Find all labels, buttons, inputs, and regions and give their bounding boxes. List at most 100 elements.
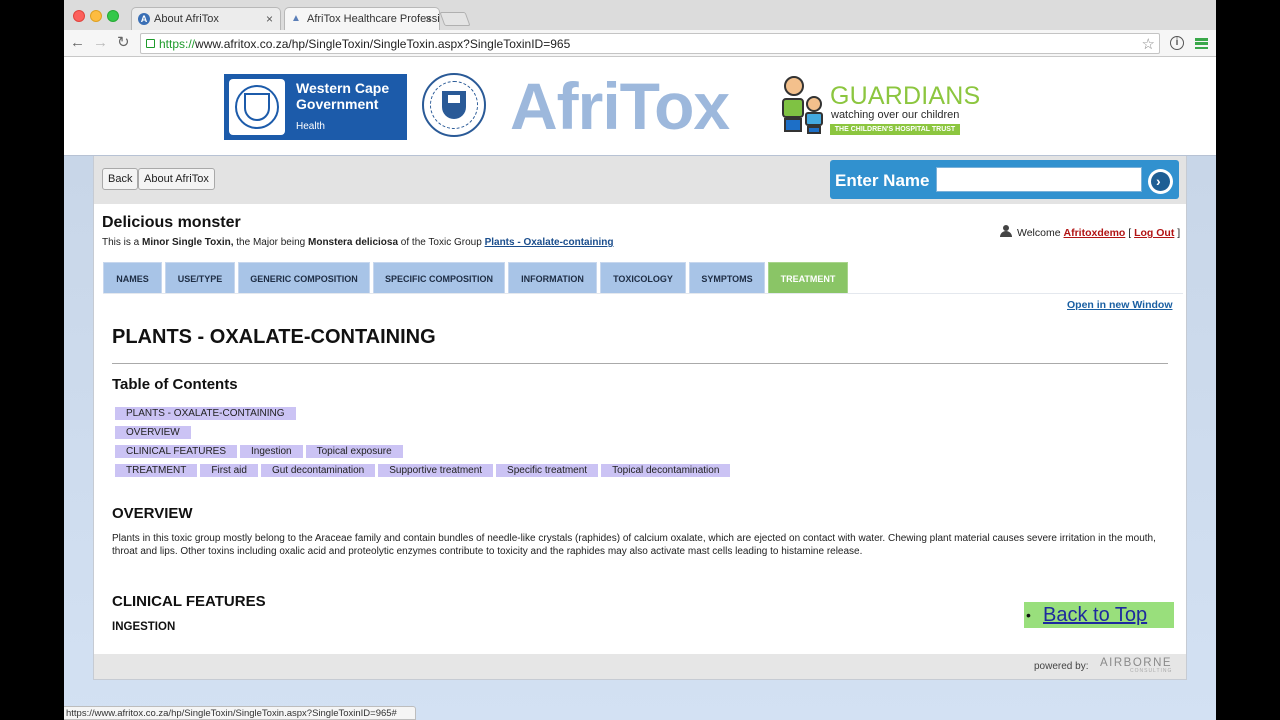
bullet-icon: •: [1026, 607, 1031, 623]
browser-tab-label: AfriTox Healthcare Professi: [307, 13, 440, 25]
document-heading: PLANTS - OXALATE-CONTAINING: [112, 326, 436, 348]
toxin-desc-text: of the Toxic Group: [398, 237, 485, 248]
top-button-bar: Back About AfriTox Enter Name ›: [94, 156, 1186, 204]
open-in-new-window-link[interactable]: Open in new Window: [1067, 299, 1172, 311]
toxin-major-name: Monstera deliciosa: [308, 237, 399, 248]
ingestion-title: INGESTION: [112, 621, 176, 633]
tab-strip: A About AfriTox × ▲ AfriTox Healthcare P…: [64, 0, 1216, 30]
content-panel: Back About AfriTox Enter Name › Deliciou…: [93, 156, 1187, 680]
tabs-divider: [103, 293, 1183, 294]
url-scheme: https://: [159, 37, 196, 51]
address-bar[interactable]: https://www.afritox.co.za/hp/SingleToxin…: [140, 33, 1160, 54]
wcg-line-3: Health: [296, 121, 325, 132]
clinical-features-title: CLINICAL FEATURES: [112, 593, 266, 610]
browser-tab-label: About AfriTox: [154, 13, 219, 25]
user-icon: [999, 225, 1013, 237]
forward-arrow-icon[interactable]: →: [93, 34, 108, 52]
tab-treatment[interactable]: TREATMENT: [768, 262, 848, 294]
search-input[interactable]: [936, 167, 1142, 192]
back-to-top: • Back to Top: [1024, 602, 1174, 628]
back-button[interactable]: Back: [102, 168, 139, 190]
toc-item[interactable]: Topical decontamination: [601, 464, 731, 477]
toc-row: CLINICAL FEATURES Ingestion Topical exposu…: [115, 445, 406, 458]
toc-item[interactable]: Ingestion: [240, 445, 303, 458]
page-viewport: Western Cape Government Health AfriTox G…: [64, 57, 1216, 720]
browser-tab-about[interactable]: A About AfriTox ×: [131, 7, 281, 30]
toxin-description: This is a Minor Single Toxin, the Major …: [102, 237, 613, 248]
toc-row: PLANTS - OXALATE-CONTAINING: [115, 407, 299, 420]
search-panel: Enter Name ›: [830, 160, 1179, 199]
status-bar: https://www.afritox.co.za/hp/SingleToxin…: [64, 706, 416, 720]
search-label: Enter Name: [835, 171, 930, 190]
powered-by-label: powered by:: [1034, 661, 1089, 672]
toc-item[interactable]: Gut decontamination: [260, 464, 376, 477]
bookmark-star-icon[interactable]: ☆: [1142, 35, 1155, 53]
close-tab-icon[interactable]: ×: [266, 12, 273, 26]
airborne-logo-sub: CONSULTING: [1130, 668, 1173, 674]
tab-toxicology[interactable]: TOXICOLOGY: [600, 262, 686, 294]
footer-bar: powered by: AIRBORNE CONSULTING: [94, 654, 1186, 679]
toxic-group-link[interactable]: Plants - Oxalate-containing: [485, 237, 614, 248]
close-tab-icon[interactable]: ×: [425, 12, 432, 26]
heading-divider: [112, 363, 1168, 364]
minimize-window-button[interactable]: [90, 10, 102, 22]
overview-title: OVERVIEW: [112, 505, 193, 522]
wcg-line-2: Government: [296, 96, 379, 112]
wcg-line-1: Western Cape: [296, 80, 390, 96]
back-arrow-icon[interactable]: ←: [70, 34, 85, 52]
toc-row: TREATMENT First aid Gut decontamination Sup…: [115, 464, 733, 477]
tab-specific-composition[interactable]: SPECIFIC COMPOSITION: [373, 262, 505, 294]
url-text: www.afritox.co.za/hp/SingleToxin/SingleT…: [195, 37, 571, 51]
search-go-button[interactable]: ›: [1148, 169, 1173, 194]
new-tab-button[interactable]: [439, 12, 471, 26]
toc-item[interactable]: First aid: [200, 464, 258, 477]
browser-toolbar: ← → ↻ https://www.afritox.co.za/hp/Singl…: [64, 30, 1216, 57]
guardians-logo-strip: THE CHILDREN'S HOSPITAL TRUST: [830, 124, 960, 135]
maximize-window-button[interactable]: [107, 10, 119, 22]
tab-names[interactable]: NAMES: [103, 262, 162, 294]
close-window-button[interactable]: [73, 10, 85, 22]
guardians-children-icon: [772, 74, 830, 136]
browser-window: A About AfriTox × ▲ AfriTox Healthcare P…: [64, 0, 1216, 720]
toxin-title: Delicious monster: [102, 214, 241, 231]
afritox-favicon-icon: A: [138, 13, 150, 25]
western-cape-logo: Western Cape Government Health: [224, 74, 407, 140]
header-banner: Western Cape Government Health AfriTox G…: [64, 57, 1216, 156]
back-to-top-link[interactable]: Back to Top: [1043, 604, 1147, 626]
uct-seal-icon: [422, 73, 486, 137]
coat-of-arms-icon: [229, 79, 285, 135]
toc-title: Table of Contents: [112, 376, 238, 393]
guardians-logo-subtitle: watching over our children: [831, 109, 960, 121]
afritox-logo: AfriTox: [510, 69, 730, 143]
tab-information[interactable]: INFORMATION: [508, 262, 597, 294]
toc-item[interactable]: CLINICAL FEATURES: [115, 445, 238, 458]
toc-item[interactable]: Topical exposure: [305, 445, 403, 458]
menu-icon[interactable]: [1195, 38, 1208, 50]
arrow-right-icon: ›: [1156, 173, 1161, 189]
toc-item[interactable]: PLANTS - OXALATE-CONTAINING: [115, 407, 296, 420]
info-icon[interactable]: i: [1170, 36, 1184, 50]
toc-item[interactable]: Supportive treatment: [378, 464, 494, 477]
bracket-open: [: [1125, 227, 1135, 239]
username-link[interactable]: Afritoxdemo: [1064, 227, 1126, 239]
overview-text: Plants in this toxic group mostly belong…: [112, 533, 1156, 557]
toc-row: OVERVIEW: [115, 426, 194, 439]
reload-icon[interactable]: ↻: [117, 34, 130, 52]
toc-item[interactable]: Specific treatment: [496, 464, 599, 477]
page-favicon-icon: ▲: [291, 13, 301, 24]
user-welcome: Welcome Afritoxdemo [ Log Out ]: [999, 225, 1180, 239]
toxin-desc-text: the Major being: [233, 237, 308, 248]
logout-link[interactable]: Log Out: [1134, 227, 1174, 239]
tab-use-type[interactable]: USE/TYPE: [165, 262, 235, 294]
tab-generic-composition[interactable]: GENERIC COMPOSITION: [238, 262, 370, 294]
about-afritox-button[interactable]: About AfriTox: [138, 168, 215, 190]
section-tabs: NAMES USE/TYPE GENERIC COMPOSITION SPECI…: [103, 262, 1183, 294]
browser-tab-healthcare[interactable]: ▲ AfriTox Healthcare Professi ×: [284, 7, 440, 30]
lock-icon: [146, 39, 155, 48]
toxin-minor-label: Minor Single Toxin,: [142, 237, 234, 248]
toxin-desc-text: This is a: [102, 237, 143, 248]
toc-item[interactable]: TREATMENT: [115, 464, 198, 477]
tab-symptoms[interactable]: SYMPTOMS: [689, 262, 765, 294]
toc-item[interactable]: OVERVIEW: [115, 426, 191, 439]
welcome-text: Welcome: [1017, 227, 1064, 239]
